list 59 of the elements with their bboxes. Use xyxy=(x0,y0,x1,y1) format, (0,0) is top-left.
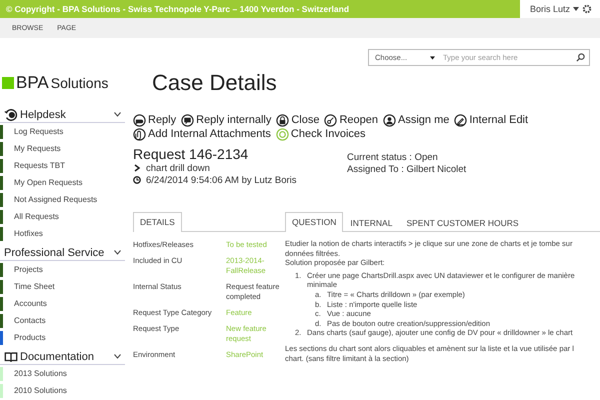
tab[interactable]: INTERNAL xyxy=(343,213,400,232)
sidebar-item[interactable]: My Open Requests xyxy=(14,178,82,187)
sidebar-item[interactable]: 2010 Solutions xyxy=(14,386,67,395)
sidebar-item[interactable]: All Requests xyxy=(14,212,59,221)
caret-icon[interactable] xyxy=(573,7,580,11)
search-icon[interactable] xyxy=(576,53,585,62)
tab[interactable]: DETAILS xyxy=(133,212,182,232)
sidebar-item[interactable]: Time Sheet xyxy=(14,282,55,291)
sidebar-item[interactable]: Products xyxy=(14,333,46,342)
logo-suffix: Solutions xyxy=(50,75,108,91)
sidebar-item[interactable]: Accounts xyxy=(14,299,47,308)
request-title: Request 146-2134 xyxy=(133,146,250,162)
sidebar-item[interactable]: Hotfixes xyxy=(14,229,43,238)
chevron-icon xyxy=(133,164,141,172)
sidebar-item[interactable]: 2013 Solutions xyxy=(14,369,67,378)
person-icon xyxy=(383,114,396,126)
lock-icon xyxy=(276,114,290,126)
user-menu[interactable]: Boris Lutz xyxy=(530,4,570,14)
key-icon xyxy=(324,114,338,126)
clock-icon xyxy=(133,176,141,184)
logo-text: BPA xyxy=(16,73,49,93)
sidebar-item[interactable]: Contacts xyxy=(14,316,46,325)
page-title: Case Details xyxy=(152,70,277,96)
logo-square xyxy=(2,77,14,89)
request-subject: chart drill down xyxy=(146,162,210,174)
action-link[interactable]: Reopen xyxy=(324,113,378,127)
action-link[interactable]: Internal Edit xyxy=(454,113,528,127)
book-icon xyxy=(4,350,18,364)
coin-icon xyxy=(276,128,289,140)
tab[interactable]: SPENT CUSTOMER HOURS xyxy=(399,213,526,232)
paperclip-icon xyxy=(133,128,146,140)
chevron-icon[interactable] xyxy=(114,354,121,359)
created-date: 6/24/2014 9:54:06 AM by Lutz Boris xyxy=(146,174,297,186)
clock-icon xyxy=(4,108,18,122)
assignee-text: Assigned To : Gilbert Nicolet xyxy=(347,164,466,175)
chevron-icon[interactable] xyxy=(114,250,121,255)
sidebar-item[interactable]: My Requests xyxy=(14,144,61,153)
action-link[interactable]: Assign me xyxy=(383,113,450,127)
chat-icon xyxy=(181,114,194,126)
settings-icon[interactable] xyxy=(582,4,592,14)
action-link[interactable]: Add Internal Attachments xyxy=(133,127,271,141)
speech-bubble-icon xyxy=(133,114,146,126)
chevron-icon[interactable] xyxy=(114,112,121,117)
status-text: Current status : Open xyxy=(347,152,439,163)
dropdown-arrow-icon[interactable] xyxy=(430,56,435,60)
section-header[interactable]: Helpdesk xyxy=(20,108,112,120)
pencil-icon xyxy=(454,114,468,126)
tab[interactable]: QUESTION xyxy=(285,212,344,232)
sidebar-item[interactable]: Log Requests xyxy=(14,127,64,136)
action-link[interactable]: Reply xyxy=(133,113,176,127)
copyright-banner: © Copyright - BPA Solutions - Swiss Technopole Y-Parc – 1400 Yverdon - Switzerland xyxy=(0,0,520,18)
action-link[interactable]: Check Invoices xyxy=(276,127,366,141)
action-link[interactable]: Reply internally xyxy=(181,113,272,127)
sidebar-item[interactable]: Not Assigned Requests xyxy=(14,195,98,204)
sidebar-item[interactable]: Requests TBT xyxy=(14,161,65,170)
action-link[interactable]: Close xyxy=(276,113,320,127)
section-header[interactable]: Documentation xyxy=(20,350,112,362)
sidebar-item[interactable]: Projects xyxy=(14,265,43,274)
section-header[interactable]: Professional Service xyxy=(4,246,112,258)
